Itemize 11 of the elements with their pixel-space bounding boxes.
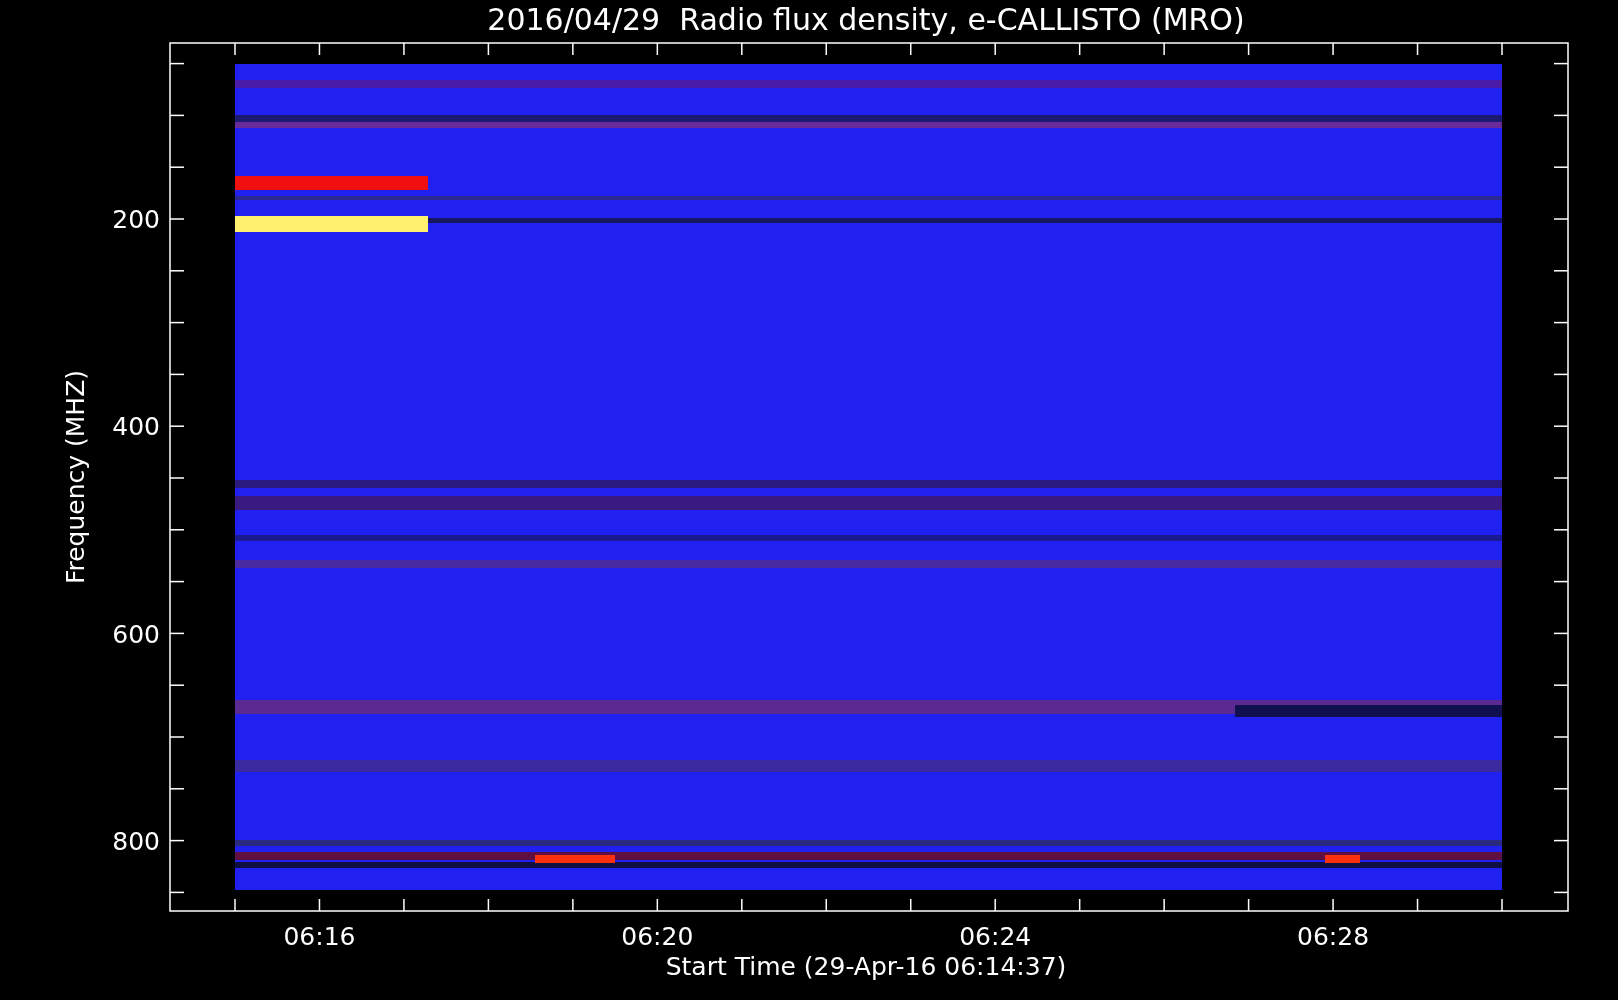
x-tick-label: 06:16 (283, 922, 356, 951)
y-tick-label: 800 (112, 826, 160, 856)
y-tick-label: 600 (112, 619, 160, 649)
y-axis-label: Frequency (MHZ) (61, 369, 90, 585)
y-tick-label: 200 (112, 205, 160, 234)
x-axis-label: Start Time (29-Apr-16 06:14:37) (665, 952, 1067, 981)
x-tick-label: 06:20 (621, 922, 694, 951)
x-tick-label: 06:24 (959, 922, 1032, 951)
x-tick-label: 06:28 (1297, 922, 1370, 951)
y-tick-label: 400 (112, 412, 160, 442)
plot-title: 2016/04/29 Radio flux density, e-CALLISTO (MRO) (487, 2, 1245, 37)
